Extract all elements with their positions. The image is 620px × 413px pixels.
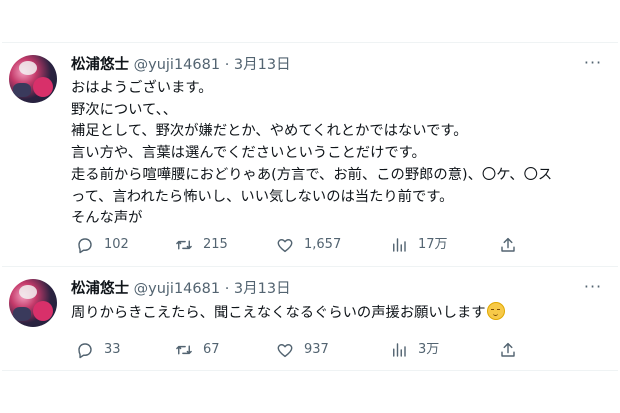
- reply-count: 33: [104, 342, 121, 357]
- tweet-text: 周りからきこえたら、聞こえなくなるぐらいの声援お願いします: [71, 302, 601, 325]
- share-button[interactable]: [499, 235, 527, 255]
- avatar-detail: [13, 83, 31, 97]
- reply-icon: [78, 238, 92, 254]
- retweet-count: 215: [203, 237, 228, 252]
- tweet-text-line: 補足として、野次が嫌だとか、やめてくれとかではないです。: [71, 123, 468, 140]
- avatar-detail: [33, 301, 53, 321]
- author-handle[interactable]: @yuji14681: [134, 57, 220, 73]
- views-button[interactable]: 3万: [390, 340, 439, 360]
- tweet-actions: 102 215 1,657 17万: [71, 235, 521, 255]
- author-name[interactable]: 松浦悠士: [71, 281, 129, 297]
- tweet-text-line: って、言われたら怖いし、いい気しないのは当たり前です。: [71, 188, 454, 205]
- share-button[interactable]: [499, 340, 527, 360]
- tweet-thread: 松浦悠士 @yuji14681 · 3月13日 ··· おはようございます。 野…: [2, 42, 618, 371]
- reply-count: 102: [104, 237, 129, 252]
- tweet-text-line: 走る前から喧嘩腰におどりゃあ(方言で、お前、この野郎の意)、〇ケ、〇ス: [71, 166, 553, 183]
- retweet-icon: [176, 240, 192, 250]
- like-button[interactable]: 1,657: [276, 235, 341, 255]
- tweet-text-line: おはようございます。: [71, 80, 213, 96]
- like-button[interactable]: 937: [276, 340, 329, 360]
- more-icon[interactable]: ···: [580, 279, 606, 297]
- tweet[interactable]: 松浦悠士 @yuji14681 · 3月13日 ··· おはようございます。 野…: [2, 43, 618, 265]
- tweet-text-content: 周りからきこえたら、聞こえなくなるぐらいの声援お願いします: [71, 305, 486, 321]
- separator: ·: [224, 57, 230, 73]
- tweet-text-line: 言い方や、言葉は選んでくださいということだけです。: [71, 145, 426, 162]
- author-handle[interactable]: @yuji14681: [134, 281, 220, 297]
- like-count: 937: [304, 342, 329, 357]
- tweet-text-line: 野次について、、: [71, 101, 178, 118]
- heart-icon: [277, 344, 293, 358]
- more-icon[interactable]: ···: [580, 55, 606, 73]
- author-name[interactable]: 松浦悠士: [71, 57, 129, 73]
- tweet-header: 松浦悠士 @yuji14681 · 3月13日: [71, 279, 291, 299]
- reply-button[interactable]: 33: [76, 340, 121, 360]
- avatar-detail: [19, 285, 37, 299]
- views-icon: [393, 343, 406, 357]
- views-count: 17万: [418, 237, 448, 252]
- like-count: 1,657: [304, 237, 342, 252]
- avatar[interactable]: [9, 279, 57, 327]
- views-count: 3万: [418, 342, 440, 357]
- heart-icon: [277, 239, 293, 253]
- retweet-button[interactable]: 215: [175, 235, 228, 255]
- share-icon: [501, 237, 515, 252]
- retweet-button[interactable]: 67: [175, 340, 220, 360]
- tweet-date[interactable]: 3月13日: [234, 281, 291, 297]
- screenshot-frame: 松浦悠士 @yuji14681 · 3月13日 ··· おはようございます。 野…: [0, 0, 620, 413]
- avatar[interactable]: [9, 55, 57, 103]
- tweet-header: 松浦悠士 @yuji14681 · 3月13日: [71, 55, 291, 75]
- tweet-text-line: 周りからきこえたら、聞こえなくなるぐらいの声援お願いします: [71, 302, 601, 325]
- tweet-text-line: そんな声が: [71, 210, 143, 227]
- avatar-detail: [19, 61, 37, 75]
- reply-icon: [78, 343, 92, 359]
- tweet-text: おはようございます。 野次について、、 補足として、野次が嫌だとか、やめてくれと…: [71, 78, 601, 230]
- tweet-actions: 33 67 937 3万: [71, 340, 521, 360]
- reply-button[interactable]: 102: [76, 235, 129, 255]
- tweet[interactable]: 松浦悠士 @yuji14681 · 3月13日 ··· 周りからきこえたら、聞こ…: [2, 266, 618, 371]
- relieved-face-emoji: [486, 302, 505, 320]
- share-icon: [501, 342, 515, 357]
- retweet-count: 67: [203, 342, 220, 357]
- separator: ·: [224, 281, 230, 297]
- avatar-detail: [13, 307, 31, 321]
- views-icon: [393, 238, 406, 252]
- avatar-detail: [33, 77, 53, 97]
- retweet-icon: [176, 345, 192, 355]
- tweet-date[interactable]: 3月13日: [234, 57, 291, 73]
- views-button[interactable]: 17万: [390, 235, 448, 255]
